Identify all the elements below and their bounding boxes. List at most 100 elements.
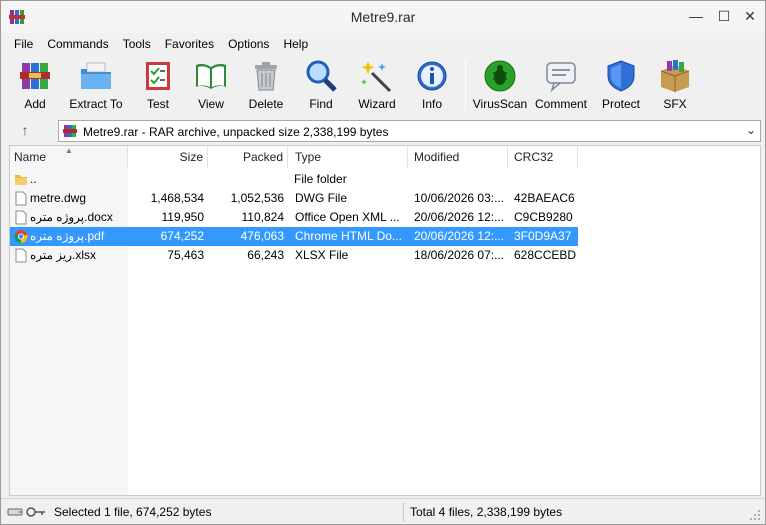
info-label: Info (421, 97, 442, 111)
add-label: Add (24, 97, 46, 111)
info-button[interactable]: Info (405, 57, 459, 115)
test-button[interactable]: Test (133, 57, 183, 115)
file-type: Chrome HTML Do... (295, 229, 402, 243)
extract-to-label: Extract To (69, 97, 123, 111)
file-packed: 66,243 (247, 248, 284, 262)
selection-status: Selected 1 file, 674,252 bytes (54, 505, 212, 519)
file-packed: 476,063 (240, 229, 284, 243)
minimize-button[interactable]: — (681, 3, 711, 29)
column-header-row: Name ▲ Size Packed Type Modified CRC32 (10, 146, 760, 168)
file-crc32: 3F0D9A37 (514, 229, 572, 243)
column-header-type[interactable]: Type (288, 146, 408, 168)
sort-arrow-icon: ▲ (65, 146, 73, 155)
shield-icon (607, 60, 635, 92)
toolbar-separator (465, 59, 466, 111)
drive-key-icon (7, 507, 45, 517)
add-button[interactable]: Add (11, 57, 59, 115)
comment-button[interactable]: Comment (528, 57, 594, 115)
comment-icon (546, 62, 576, 93)
list-item[interactable]: ریز متره.xlsx 75,463 66,243 XLSX File 18… (10, 246, 760, 265)
column-header-size[interactable]: Size (128, 146, 208, 168)
bug-scan-icon (484, 60, 516, 92)
menu-file[interactable]: File (7, 35, 40, 53)
wand-icon (361, 61, 392, 93)
view-button[interactable]: View (183, 57, 239, 115)
delete-label: Delete (248, 97, 284, 111)
menu-options[interactable]: Options (221, 35, 276, 53)
sfx-box-icon (660, 60, 690, 92)
wizard-label: Wizard (358, 97, 396, 111)
file-crc32: C9CB9280 (514, 210, 573, 224)
file-modified: 20/06/2026 12:... (414, 210, 505, 224)
file-icon (15, 210, 27, 225)
sfx-button[interactable]: SFX (648, 57, 702, 115)
file-type: XLSX File (295, 248, 349, 262)
file-size: 119,950 (161, 210, 205, 224)
column-header-name[interactable]: Name ▲ (10, 146, 128, 168)
chevron-down-icon[interactable]: ⌄ (746, 123, 756, 137)
menu-bar: File Commands Tools Favorites Options He… (1, 34, 765, 54)
address-path: Metre9.rar - RAR archive, unpacked size … (83, 125, 389, 139)
file-crc32: 628CCEBD (514, 248, 577, 262)
file-type: File folder (294, 172, 347, 186)
virusscan-button[interactable]: VirusScan (472, 57, 528, 115)
file-modified: 20/06/2026 12:... (414, 229, 505, 243)
chrome-icon (14, 230, 28, 244)
window-title: Metre9.rar (350, 9, 416, 25)
sfx-label: SFX (663, 97, 687, 111)
file-crc32: 42BAEAC6 (514, 191, 575, 205)
file-name: پروژه متره.pdf (30, 229, 105, 243)
menu-tools[interactable]: Tools (116, 35, 158, 53)
file-name: metre.dwg (30, 191, 87, 205)
file-packed: 1,052,536 (230, 191, 284, 205)
toolbar: Add Extract To Test View Delete Find Wiz… (11, 57, 761, 115)
list-item[interactable]: پروژه متره.docx 119,950 110,824 Office O… (10, 208, 760, 227)
extract-folder-icon (81, 62, 111, 89)
delete-button[interactable]: Delete (239, 57, 293, 115)
resize-grip-icon[interactable] (749, 509, 761, 521)
list-item-selected[interactable]: پروژه متره.pdf 674,252 476,063 Chrome HT… (10, 227, 760, 246)
info-icon (417, 61, 447, 91)
file-icon (15, 191, 27, 206)
file-list[interactable]: Name ▲ Size Packed Type Modified CRC32 .… (9, 145, 761, 496)
view-book-icon (196, 63, 226, 89)
file-icon (15, 248, 27, 263)
magnifier-icon (306, 60, 337, 92)
column-header-crc32[interactable]: CRC32 (508, 146, 578, 168)
file-name: ریز متره.xlsx (30, 248, 97, 262)
menu-commands[interactable]: Commands (40, 35, 115, 53)
column-header-packed[interactable]: Packed (208, 146, 288, 168)
column-header-modified[interactable]: Modified (408, 146, 508, 168)
menu-help[interactable]: Help (276, 35, 315, 53)
test-label: Test (146, 97, 169, 111)
list-item[interactable]: .. File folder (10, 170, 760, 189)
close-button[interactable]: ✕ (735, 3, 765, 29)
address-bar: ↑ Metre9.rar - RAR archive, unpacked siz… (1, 118, 765, 144)
wizard-button[interactable]: Wizard (349, 57, 405, 115)
folder-icon (15, 175, 27, 185)
view-label: View (198, 97, 224, 111)
file-modified: 18/06/2026 07:... (414, 248, 505, 262)
virusscan-label: VirusScan (472, 97, 528, 111)
status-bar: Selected 1 file, 674,252 bytes Total 4 f… (1, 498, 765, 524)
file-type: DWG File (295, 191, 347, 205)
address-field[interactable]: Metre9.rar - RAR archive, unpacked size … (58, 120, 761, 142)
title-bar[interactable]: Metre9.rar — ☐ ✕ (1, 1, 765, 33)
file-name: پروژه متره.docx (30, 210, 113, 224)
protect-button[interactable]: Protect (594, 57, 648, 115)
up-folder-button[interactable]: ↑ (15, 122, 35, 140)
add-archive-icon (20, 63, 50, 89)
menu-favorites[interactable]: Favorites (158, 35, 221, 53)
find-button[interactable]: Find (293, 57, 349, 115)
file-modified: 10/06/2026 03:... (414, 191, 505, 205)
total-status: Total 4 files, 2,338,199 bytes (410, 505, 563, 519)
winrar-window: Metre9.rar — ☐ ✕ File Commands Tools Fav… (0, 0, 766, 525)
file-size: 1,468,534 (150, 191, 204, 205)
extract-to-button[interactable]: Extract To (59, 57, 133, 115)
list-item[interactable]: metre.dwg 1,468,534 1,052,536 DWG File 1… (10, 189, 760, 208)
file-packed: 110,824 (241, 210, 285, 224)
file-size: 75,463 (167, 248, 204, 262)
rar-archive-icon (63, 125, 77, 137)
protect-label: Protect (601, 97, 640, 111)
file-name: .. (30, 172, 37, 186)
